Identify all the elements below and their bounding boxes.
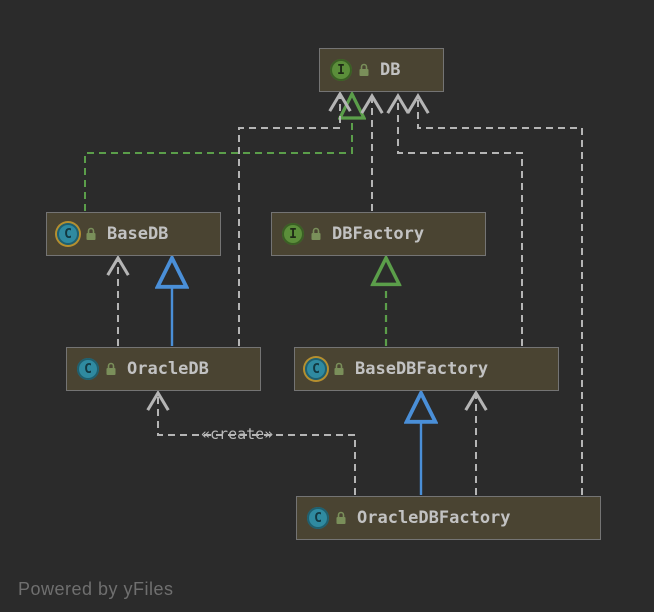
node-db[interactable]: I DB <box>319 48 444 92</box>
node-oracledb[interactable]: C OracleDB <box>66 347 261 391</box>
edge-oracledbfactory-oracledb <box>158 393 355 495</box>
node-label: OracleDBFactory <box>357 508 511 528</box>
abstract-class-badge-icon: C <box>305 358 327 380</box>
class-badge-icon: C <box>307 507 329 529</box>
edge-label-create: «create» <box>201 425 273 443</box>
lock-icon <box>85 227 97 241</box>
watermark-text: Powered by yFiles <box>18 579 174 600</box>
node-label: DB <box>380 60 400 80</box>
node-basedbfactory[interactable]: C BaseDBFactory <box>294 347 559 391</box>
node-oracledbfactory[interactable]: C OracleDBFactory <box>296 496 601 540</box>
node-label: BaseDB <box>107 224 168 244</box>
lock-icon <box>310 227 322 241</box>
lock-icon <box>358 63 370 77</box>
edge-oracledbfactory-db <box>418 96 582 495</box>
abstract-class-badge-icon: C <box>57 223 79 245</box>
lock-icon <box>335 511 347 525</box>
node-label: BaseDBFactory <box>355 359 488 379</box>
interface-badge-icon: I <box>282 223 304 245</box>
node-dbfactory[interactable]: I DBFactory <box>271 212 486 256</box>
interface-badge-icon: I <box>330 59 352 81</box>
node-label: DBFactory <box>332 224 424 244</box>
lock-icon <box>105 362 117 376</box>
node-basedb[interactable]: C BaseDB <box>46 212 221 256</box>
lock-icon <box>333 362 345 376</box>
node-label: OracleDB <box>127 359 209 379</box>
edge-basedb-db <box>85 94 352 211</box>
class-badge-icon: C <box>77 358 99 380</box>
